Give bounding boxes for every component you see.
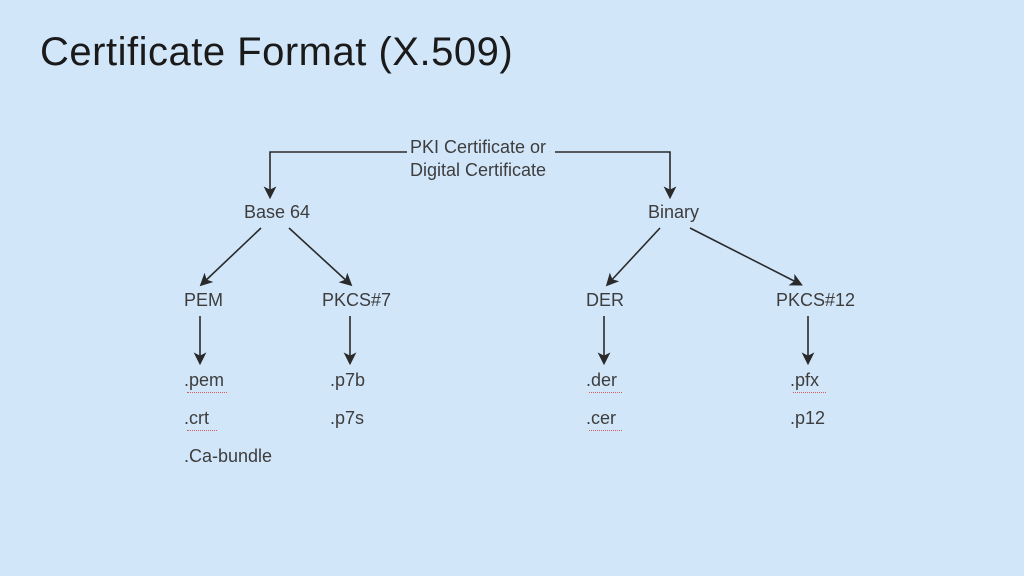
- node-pem: PEM: [184, 290, 223, 311]
- page-title: Certificate Format (X.509): [40, 30, 513, 75]
- underline-icon: [187, 430, 217, 431]
- node-binary: Binary: [648, 202, 699, 223]
- underline-icon: [589, 430, 622, 431]
- ext-der-0: .der: [586, 370, 617, 391]
- ext-pkcs7-0: .p7b: [330, 370, 365, 391]
- ext-pkcs7-1: .p7s: [330, 408, 364, 429]
- node-der: DER: [586, 290, 624, 311]
- ext-pkcs12-1: .p12: [790, 408, 825, 429]
- node-root-line2: Digital Certificate: [410, 159, 546, 182]
- ext-pem-1: .crt: [184, 408, 209, 429]
- ext-pkcs12-0: .pfx: [790, 370, 819, 391]
- node-root-line1: PKI Certificate or: [410, 136, 546, 159]
- diagram-arrows: [0, 0, 1024, 576]
- underline-icon: [187, 392, 227, 393]
- node-root: PKI Certificate or Digital Certificate: [410, 136, 546, 181]
- ext-pem-0: .pem: [184, 370, 224, 391]
- ext-pem-2: .Ca-bundle: [184, 446, 272, 467]
- node-base64: Base 64: [244, 202, 310, 223]
- underline-icon: [793, 392, 826, 393]
- node-pkcs12: PKCS#12: [776, 290, 855, 311]
- underline-icon: [589, 392, 622, 393]
- node-pkcs7: PKCS#7: [322, 290, 391, 311]
- ext-der-1: .cer: [586, 408, 616, 429]
